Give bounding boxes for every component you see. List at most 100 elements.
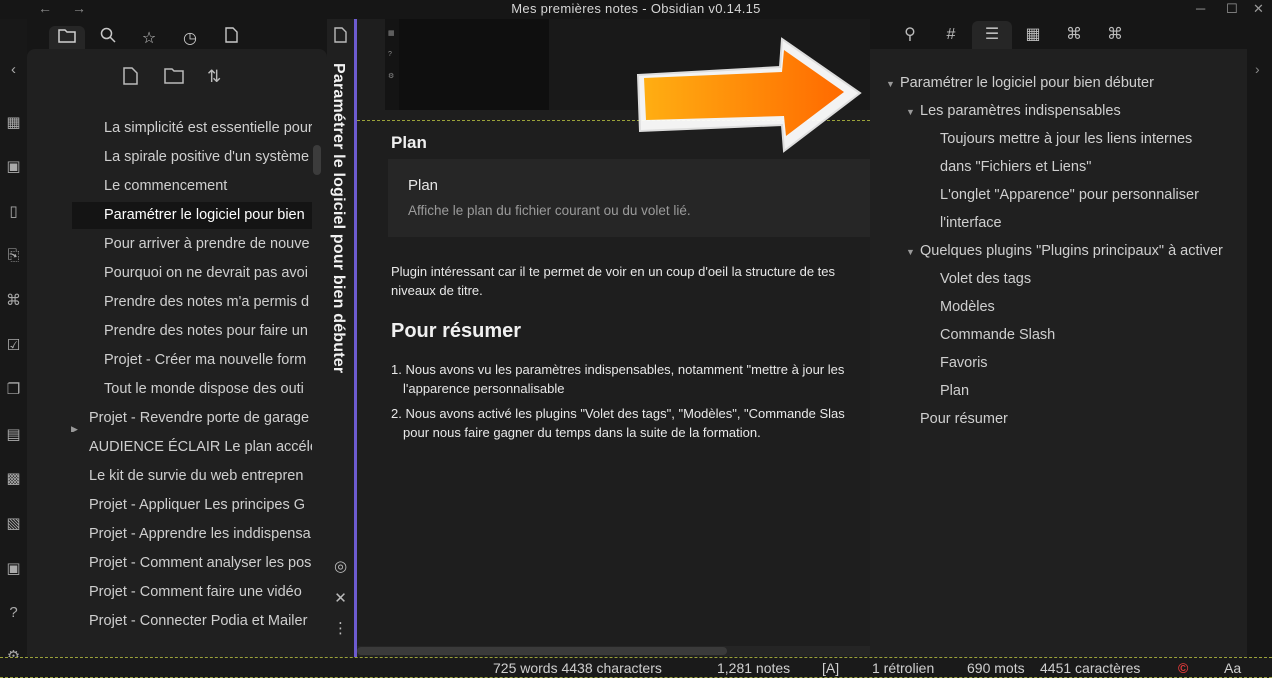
copy-icon[interactable]: ❐: [0, 380, 27, 398]
outline-item[interactable]: Modèles: [940, 295, 995, 319]
list-icon: ☰: [984, 26, 1000, 43]
backlinks-count[interactable]: 1 rétrolien: [872, 660, 934, 676]
clock-icon: ◷: [183, 30, 197, 47]
font-icon[interactable]: Aa: [1224, 660, 1241, 676]
slides-icon[interactable]: ▤: [0, 425, 27, 443]
file-tree-item[interactable]: Projet - Connecter Podia et Mailer: [27, 608, 312, 635]
file-tree-label: Projet - Apprendre les inddispensa: [89, 526, 311, 542]
graph-icon[interactable]: ⌘: [0, 291, 27, 309]
collapse-left-icon[interactable]: ‹: [0, 61, 27, 78]
file-tree-item[interactable]: Projet - Apprendre les inddispensa: [27, 521, 312, 548]
embedded-panel: [399, 19, 549, 110]
scrollbar[interactable]: [313, 145, 321, 175]
file-tree-item[interactable]: ▶ Projet - Revendre porte de garage: [27, 405, 312, 432]
outline-caret-icon[interactable]: ▼: [906, 240, 920, 264]
outline-item[interactable]: l'interface: [940, 211, 1002, 235]
outline-item[interactable]: Pour résumer: [906, 407, 1008, 431]
table-tab[interactable]: ▦: [1013, 21, 1053, 49]
minimize-button[interactable]: ─: [1196, 0, 1205, 17]
collapse-right[interactable]: ›: [1247, 49, 1272, 657]
file-tree-item[interactable]: La spirale positive d'un système: [27, 144, 312, 171]
close-pane-icon[interactable]: ✕: [327, 589, 354, 607]
import-icon[interactable]: ⎘: [0, 247, 27, 264]
file-tree-item[interactable]: Prendre des notes m'a permis d: [27, 289, 312, 316]
outline-item[interactable]: Plan: [940, 379, 969, 403]
reading-glasses-icon[interactable]: ◎: [327, 557, 354, 575]
outline-item[interactable]: ▼ Paramétrer le logiciel pour bien débute…: [886, 71, 1154, 96]
word-count: 725 words 4438 characters: [493, 660, 662, 676]
outline-item[interactable]: ▼ Les paramètres indispensables: [906, 99, 1121, 124]
outline-caret-icon[interactable]: ▼: [886, 72, 900, 96]
blocks-icon[interactable]: ▩: [0, 469, 27, 487]
collapse-right-icon[interactable]: ›: [1255, 61, 1260, 77]
file-tree-item[interactable]: Tout le monde dispose des outi: [27, 376, 312, 403]
file-tree-item[interactable]: Pour arriver à prendre de nouve: [27, 231, 312, 258]
list-text: Nous avons activé les plugins "Volet des…: [405, 406, 845, 421]
calendar-icon[interactable]: ▣: [0, 157, 27, 175]
right-sidebar: ⚲ # ☰ ▦ ⌘ ⌘ ▼ Paramétrer le logiciel pour…: [870, 19, 1272, 657]
sync-icon[interactable]: ©: [1178, 660, 1188, 676]
file-tree-item[interactable]: Pourquoi on ne devrait pas avoi: [27, 260, 312, 287]
file-tree-item[interactable]: Projet - Comment faire une vidéo: [27, 579, 312, 606]
file-tree-item[interactable]: Projet - Créer ma nouvelle form: [27, 347, 312, 374]
new-note-icon[interactable]: [123, 67, 138, 90]
file-tree-label: Prendre des notes m'a permis d: [104, 294, 310, 310]
search-icon: [100, 27, 116, 47]
outline-label: Pour résumer: [920, 411, 1008, 427]
horizontal-scrollbar[interactable]: [357, 646, 870, 656]
vault-icon[interactable]: ▣: [0, 559, 27, 577]
outline-label: Quelques plugins "Plugins principaux" à …: [920, 243, 1223, 259]
outline-item[interactable]: Volet des tags: [940, 267, 1031, 291]
file-tree-item[interactable]: AUDIENCE ÉCLAIR Le plan accélé: [27, 434, 312, 461]
outline-label: l'interface: [940, 215, 1002, 231]
more-options-icon[interactable]: ⋮: [327, 619, 354, 637]
daily-note-icon[interactable]: ☑: [0, 336, 27, 354]
file-tree-item[interactable]: Paramétrer le logiciel pour bien: [72, 202, 312, 229]
file-tree-item[interactable]: Le kit de survie du web entrepren: [27, 463, 312, 490]
word-count-fr: 690 mots: [967, 660, 1025, 676]
local-graph-tab[interactable]: ⌘: [1095, 21, 1135, 49]
outline-item[interactable]: Favoris: [940, 351, 988, 375]
file-tree-item[interactable]: Prendre des notes pour faire un: [27, 318, 312, 345]
file-tree-item[interactable]: Projet - Appliquer Les principes G: [27, 492, 312, 519]
mode-indicator[interactable]: [A]: [822, 660, 839, 676]
arrow-annotation-icon: [636, 37, 862, 153]
list-item: 1. Nous avons vu les paramètres indispen…: [391, 360, 870, 398]
file-tree-item[interactable]: Projet - Comment analyser les pos: [27, 550, 312, 577]
file-tree-label: Projet - Connecter Podia et Mailer: [89, 613, 308, 629]
file-tree-label: Le kit de survie du web entrepren: [89, 468, 304, 484]
file-tree-label: Projet - Comment analyser les pos: [89, 555, 312, 571]
help-icon[interactable]: ?: [0, 604, 27, 621]
outline-item[interactable]: Commande Slash: [940, 323, 1055, 347]
table-icon: ▦: [1025, 26, 1041, 43]
list-item: 2. Nous avons activé les plugins "Volet …: [391, 404, 870, 442]
outline-item[interactable]: L'onglet "Apparence" pour personnaliser: [940, 183, 1199, 207]
tags-tab[interactable]: #: [931, 21, 971, 49]
window-title: Mes premières notes - Obsidian v0.14.15: [511, 1, 761, 16]
outline-tab[interactable]: ☰: [972, 21, 1012, 49]
file-tree-item[interactable]: Le commencement: [27, 173, 312, 200]
maximize-button[interactable]: ☐: [1226, 0, 1238, 17]
outline-caret-icon[interactable]: ▼: [906, 100, 920, 124]
list-text: Nous avons vu les paramètres indispensab…: [405, 362, 845, 377]
page-icon[interactable]: ▯: [0, 202, 27, 220]
table-icon[interactable]: ▦: [0, 113, 27, 131]
file-tree-label: Le commencement: [104, 178, 228, 194]
backlinks-tab[interactable]: ⚲: [890, 21, 930, 49]
folder-caret-icon[interactable]: ▶: [71, 416, 78, 432]
outline-label: Toujours mettre à jour les liens interne…: [940, 131, 1193, 147]
outline-item[interactable]: Toujours mettre à jour les liens interne…: [940, 127, 1192, 151]
outline-item[interactable]: dans "Fichiers et Liens": [940, 155, 1091, 179]
graph-tab[interactable]: ⌘: [1054, 21, 1094, 49]
file-tree-item[interactable]: La simplicité est essentielle pour: [27, 115, 312, 142]
file-tree-label: Projet - Créer ma nouvelle form: [104, 352, 307, 368]
file-tree-label: Projet - Revendre porte de garage: [89, 410, 310, 426]
outline-item[interactable]: ▼ Quelques plugins "Plugins principaux" à…: [906, 239, 1223, 264]
stacked-pane-header[interactable]: Paramétrer le logiciel pour bien débuter…: [327, 19, 357, 657]
sort-icon[interactable]: ⇅: [207, 67, 221, 87]
template-icon[interactable]: ▧: [0, 514, 27, 532]
close-button[interactable]: ✕: [1253, 0, 1264, 17]
plugin-card-title: Plan: [408, 177, 439, 194]
new-folder-icon[interactable]: [164, 67, 184, 89]
stacked-pane-title[interactable]: Paramétrer le logiciel pour bien débuter: [329, 63, 347, 373]
